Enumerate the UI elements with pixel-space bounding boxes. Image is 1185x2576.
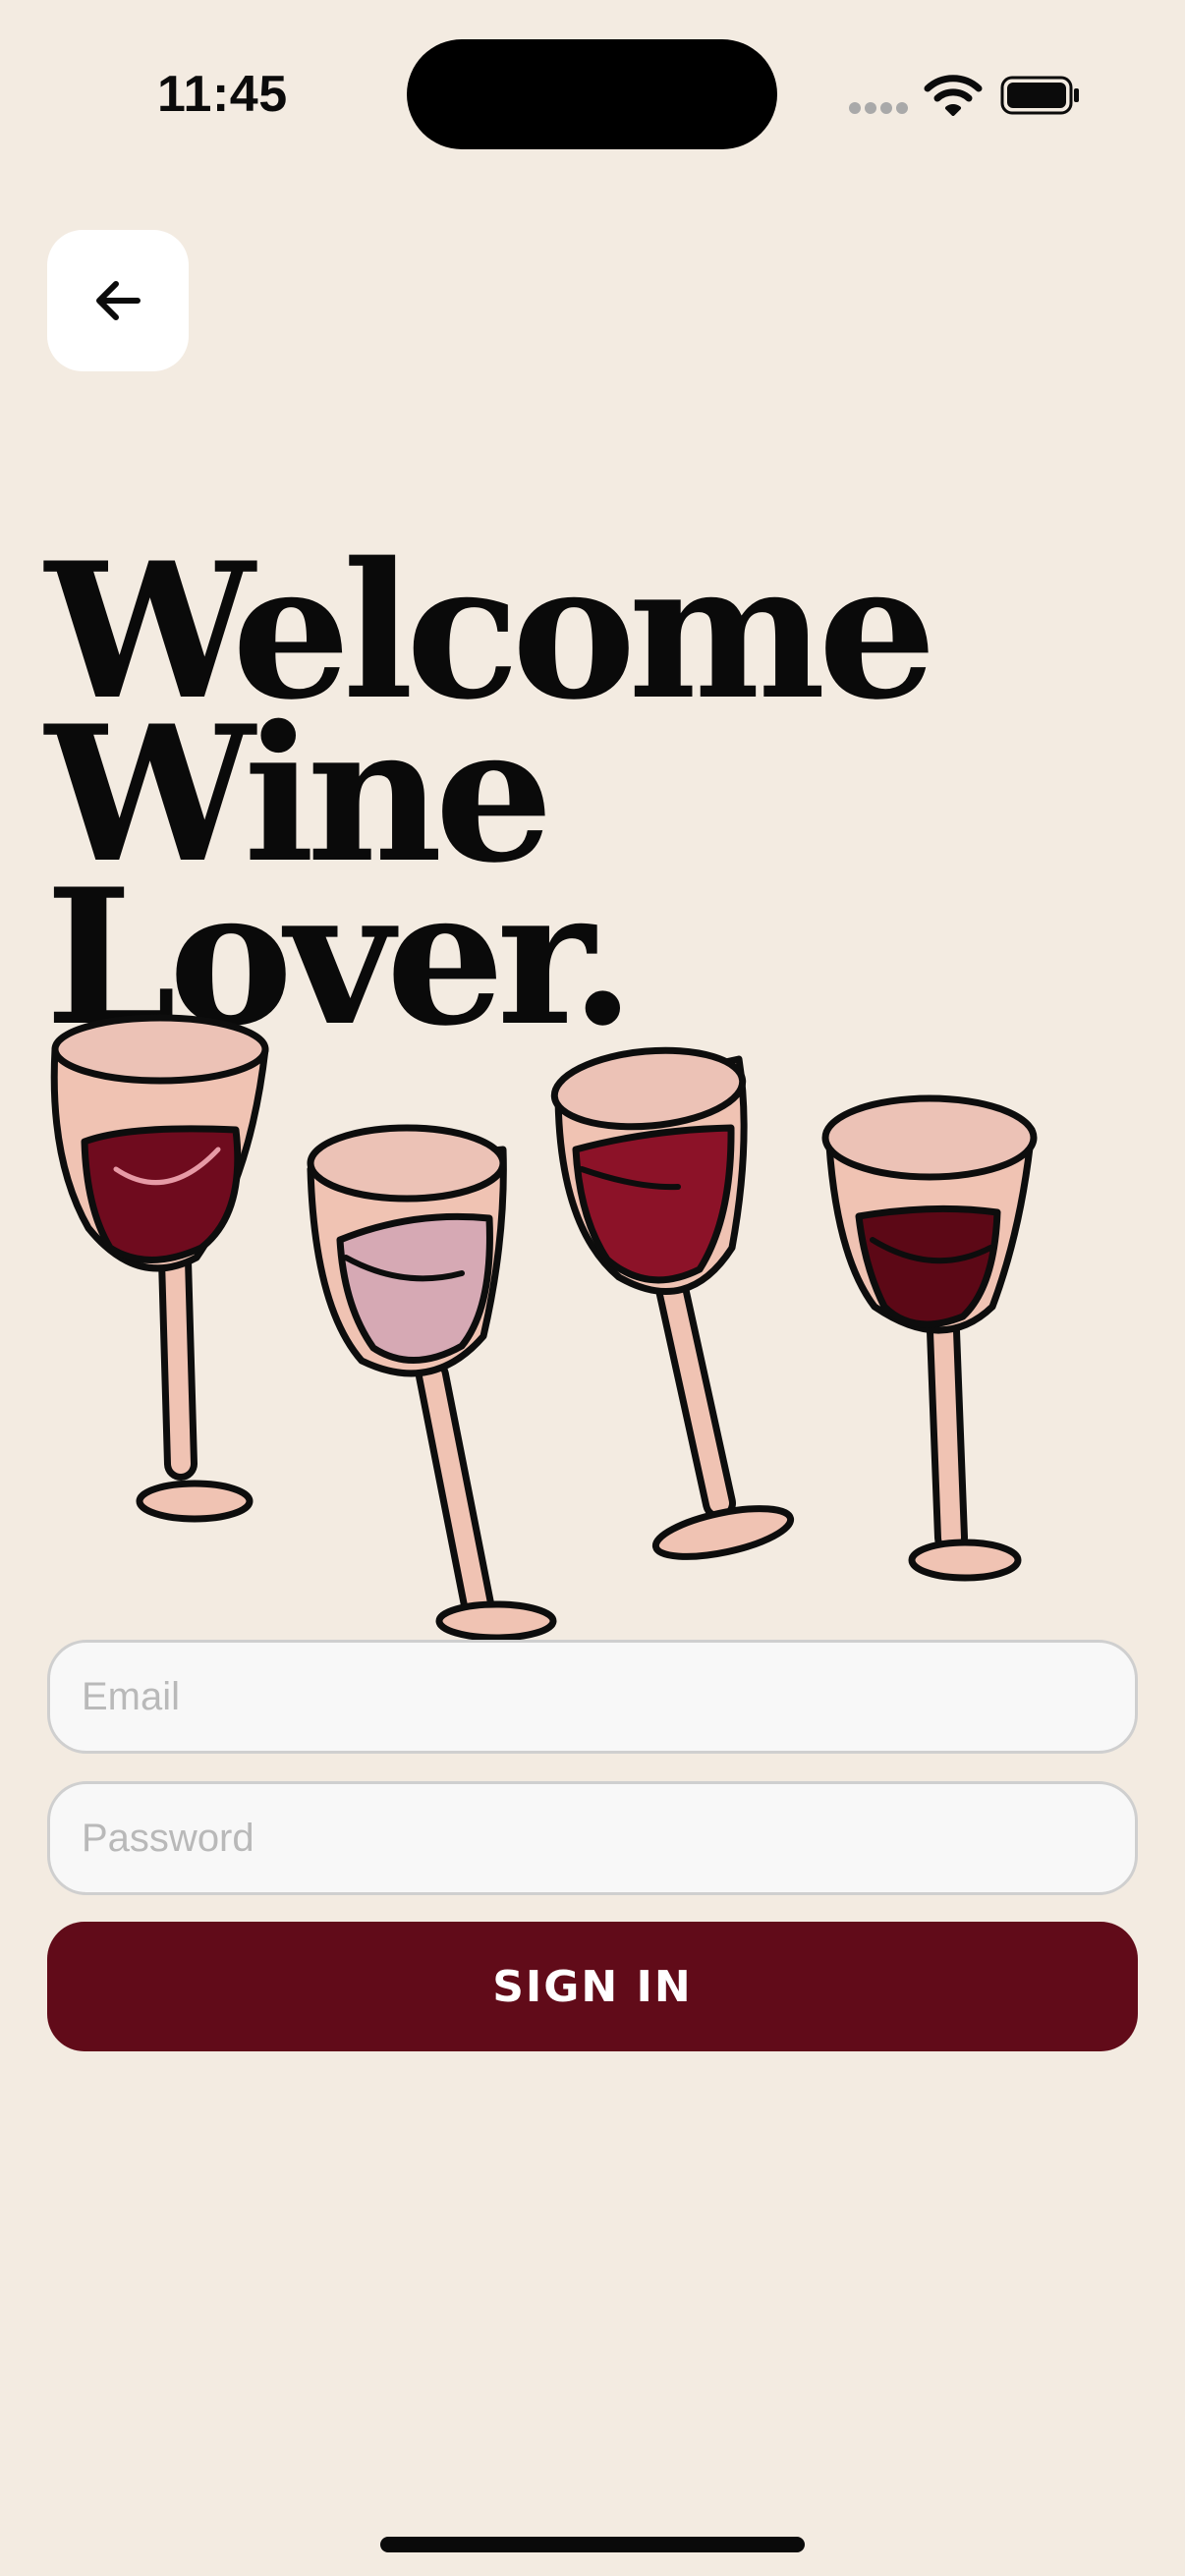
home-indicator bbox=[380, 2537, 805, 2552]
dynamic-island bbox=[407, 39, 777, 149]
wine-glass-1 bbox=[50, 1014, 269, 1523]
status-time: 11:45 bbox=[157, 66, 288, 123]
password-field[interactable] bbox=[47, 1781, 1138, 1895]
wine-glasses-illustration bbox=[50, 1014, 1038, 1641]
back-button[interactable] bbox=[47, 230, 189, 371]
wine-glass-2 bbox=[307, 1124, 557, 1641]
battery-icon bbox=[1000, 76, 1079, 115]
wifi-icon bbox=[924, 75, 983, 116]
email-field[interactable] bbox=[47, 1640, 1138, 1754]
arrow-left-icon bbox=[96, 281, 141, 320]
wine-glass-4 bbox=[821, 1094, 1038, 1582]
status-bar: 11:45 bbox=[0, 0, 1185, 196]
wine-glass-3 bbox=[550, 1046, 795, 1560]
welcome-headline: Welcome Wine Lover. bbox=[45, 538, 936, 1051]
cellular-signal-icon bbox=[849, 102, 908, 116]
sign-in-button[interactable]: SIGN IN bbox=[47, 1922, 1138, 2051]
